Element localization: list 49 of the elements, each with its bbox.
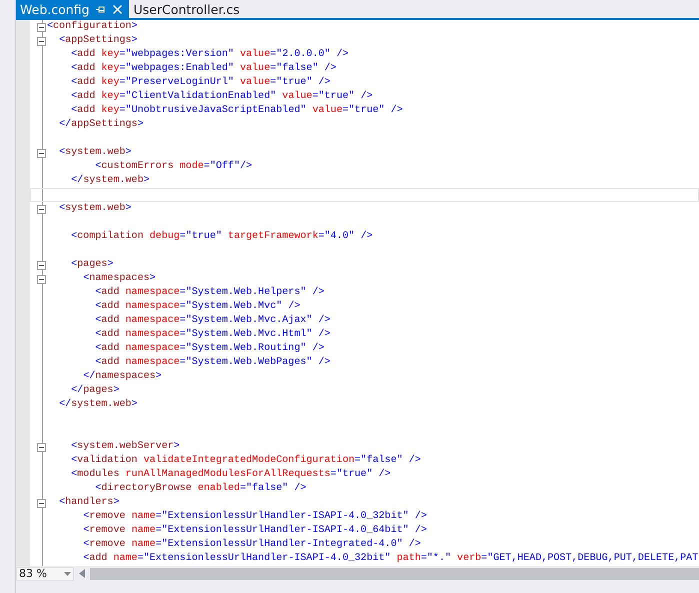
code-line: <system.webServer> — [70, 440, 181, 454]
code-line: </pages> — [70, 384, 120, 398]
caret-icon[interactable] — [64, 572, 71, 576]
code-line: <directoryBrowse enabled="false" /> — [94, 482, 308, 496]
code-line: <add key="webpages:Enabled" value="false" /> — [70, 62, 338, 76]
code-line: <add namespace="System.Web.Mvc" /> — [94, 300, 302, 314]
code-line: <add name="ExtensionlessUrlHandler-ISAPI-4.0_32bit" path="*." verb="GET,HEAD,POST,DEBUG,PUT,DELETE,PAT — [82, 552, 699, 566]
code-line: <add namespace="System.Web.Routing" /> — [94, 342, 326, 356]
code-line: <remove name="ExtensionlessUrlHandler-ISAPI-4.0_32bit" /> — [82, 510, 428, 524]
code-line: </appSettings> — [58, 118, 144, 132]
code-line: <pages> — [70, 258, 114, 272]
code-line: <add namespace="System.Web.Mvc.Ajax" /> — [94, 314, 332, 328]
pin-icon[interactable] — [95, 4, 106, 14]
collapse-icon[interactable] — [37, 442, 46, 452]
code-line: <appSettings> — [58, 34, 138, 48]
code-line: </system.web> — [70, 174, 151, 188]
collapse-icon[interactable] — [37, 22, 46, 32]
code-line: <namespaces> — [82, 272, 157, 286]
code-line: <modules runAllManagedModulesForAllRequests="true" /> — [70, 468, 392, 482]
code-line: <validation validateIntegratedModeConfiguration="false" /> — [70, 454, 422, 468]
collapse-icon[interactable] — [37, 204, 46, 214]
code-line: <system.web> — [58, 146, 132, 160]
code-line: <remove name="ExtensionlessUrlHandler-ISAPI-4.0_64bit" /> — [82, 524, 428, 538]
code-line: </namespaces> — [82, 370, 163, 384]
code-line: </system.web> — [58, 398, 138, 412]
code-line: <system.web> — [58, 202, 132, 216]
horizontal-scrollbar[interactable] — [90, 568, 699, 580]
collapse-icon[interactable] — [37, 260, 46, 270]
code-line: <compilation debug="true" targetFramework="4.0" /> — [70, 230, 374, 244]
code-line: <add key="UnobtrusiveJavaScriptEnabled" value="true" /> — [70, 104, 404, 118]
zoom-dropdown[interactable]: 83 % — [16, 566, 74, 580]
collapse-icon[interactable] — [37, 36, 46, 46]
scroll-left-icon[interactable] — [78, 569, 86, 578]
collapse-icon[interactable] — [37, 274, 46, 284]
code-line: <remove name="ExtensionlessUrlHandler-Integrated-4.0" /> — [82, 538, 422, 552]
code-line: <configuration> — [47, 20, 138, 34]
code-line: <add key="ClientValidationEnabled" value="true" /> — [70, 90, 374, 104]
code-line: <customErrors mode="Off"/> — [94, 160, 254, 174]
collapse-icon[interactable] — [37, 498, 46, 508]
code-line: <add namespace="System.Web.Helpers" /> — [94, 286, 326, 300]
editor-tab[interactable]: Web.config — [16, 0, 130, 18]
code-line: <add namespace="System.Web.WebPages" /> — [94, 356, 332, 370]
close-icon[interactable] — [112, 4, 124, 14]
code-line: <add key="PreserveLoginUrl" value="true" /> — [70, 76, 332, 90]
editor-tab[interactable]: UserController.cs — [129, 0, 246, 18]
code-line: <add key="webpages:Version" value="2.0.0.0" /> — [70, 48, 350, 62]
collapse-icon[interactable] — [37, 148, 46, 158]
code-line: <handlers> — [58, 496, 120, 510]
code-line: <add namespace="System.Web.Mvc.Html" /> — [94, 328, 332, 342]
